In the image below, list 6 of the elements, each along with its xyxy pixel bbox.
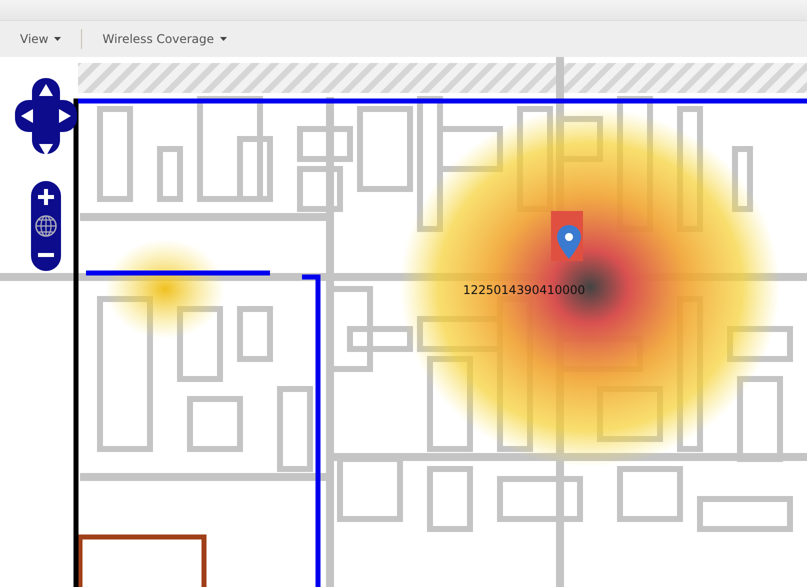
caret-icon: [54, 37, 62, 41]
dropdown-menu[interactable]: Wireless Coverage: [96, 30, 233, 48]
zoom-control-icon[interactable]: [31, 181, 61, 271]
map-pin-icon: [551, 211, 583, 261]
dropdown-menu[interactable]: View: [14, 30, 68, 48]
caret-icon: [220, 37, 227, 41]
